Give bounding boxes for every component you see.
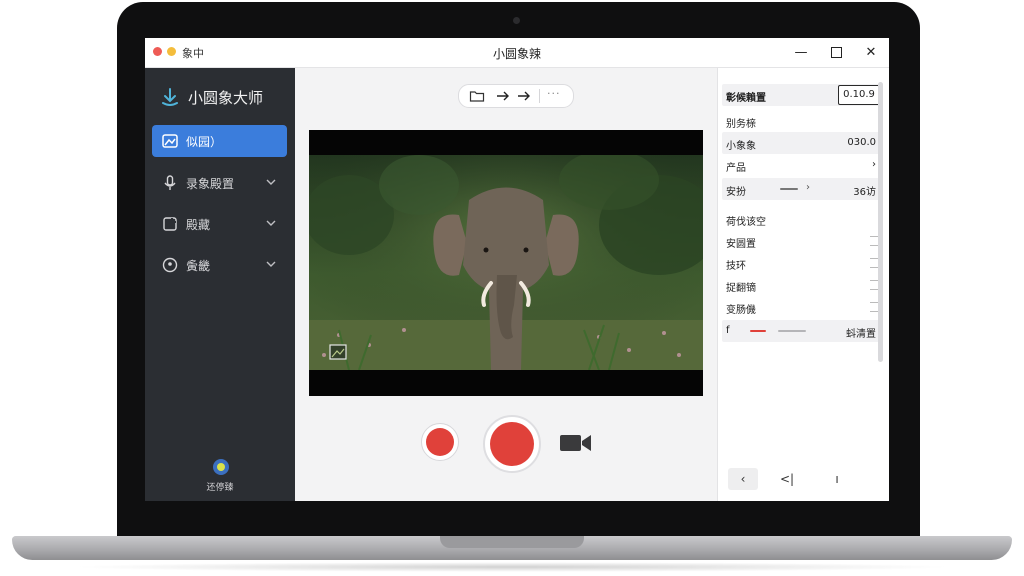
video-preview bbox=[309, 130, 703, 396]
color-slider-row[interactable]: f 蚪清置 bbox=[722, 320, 882, 342]
sidebar-item-label: 夤畿 bbox=[186, 259, 211, 273]
window-close-dot[interactable] bbox=[153, 47, 162, 56]
title-bar: 象中 小圆象辣 — ✕ bbox=[145, 38, 889, 68]
arrow-right-icon[interactable] bbox=[495, 88, 511, 104]
setting-label: 安扮 bbox=[726, 187, 746, 198]
app-window: 象中 小圆象辣 — ✕ 小圆象大师 似园） 录象殿置 殿藏 夤畿 还停臻 ···… bbox=[145, 38, 889, 501]
setting-label: 小象象 bbox=[726, 141, 756, 152]
slider-fill[interactable] bbox=[750, 330, 766, 332]
brand-name: 小圆象大师 bbox=[188, 89, 264, 107]
app-short-name: 象中 bbox=[182, 47, 204, 60]
chevron-down-icon bbox=[266, 179, 276, 185]
next-button[interactable]: ı bbox=[822, 468, 852, 490]
settings-shortcut[interactable]: 还停臻 bbox=[145, 458, 295, 498]
record-dot bbox=[490, 422, 534, 466]
section-heading-label: 别务榇 bbox=[726, 119, 756, 130]
crop-icon bbox=[163, 217, 177, 231]
close-button[interactable]: ✕ bbox=[858, 42, 884, 64]
slider-track[interactable] bbox=[780, 188, 798, 190]
elephant-photo bbox=[309, 155, 703, 370]
drag-handle-icon bbox=[870, 280, 878, 290]
section-heading-label: 荷伐该空 bbox=[726, 217, 766, 228]
sidebar: 小圆象大师 似园） 录象殿置 殿藏 夤畿 还停臻 bbox=[145, 68, 295, 501]
microphone-icon bbox=[164, 175, 176, 190]
palette-icon bbox=[162, 257, 178, 273]
section-heading: 别务榇 bbox=[722, 110, 882, 132]
image-icon bbox=[162, 134, 178, 148]
sidebar-item-image[interactable]: 似园） bbox=[152, 125, 287, 157]
laptop-shadow bbox=[70, 562, 954, 572]
list-item[interactable]: 变肠僟 bbox=[722, 296, 882, 318]
list-item[interactable]: 技环 bbox=[722, 252, 882, 274]
chevron-down-icon bbox=[266, 261, 276, 267]
webcam-dot bbox=[513, 17, 520, 24]
sidebar-item-label: 殿藏 bbox=[186, 218, 211, 232]
sidebar-item-collection[interactable]: 殿藏 bbox=[152, 208, 287, 240]
record-small-button[interactable] bbox=[421, 423, 459, 461]
drag-handle-icon bbox=[870, 258, 878, 268]
section-heading: 荷伐该空 bbox=[722, 208, 882, 230]
version-field[interactable]: 0.10.9 bbox=[838, 85, 880, 105]
slider-row[interactable]: 安扮 › 36访 bbox=[722, 178, 882, 200]
record-button[interactable] bbox=[483, 415, 541, 473]
back-button[interactable]: ‹ bbox=[728, 468, 758, 490]
setting-value: 030.0 bbox=[847, 137, 876, 148]
sidebar-item-label: 录象殿置 bbox=[186, 177, 235, 191]
setting-row[interactable]: 产品 › bbox=[722, 154, 882, 176]
list-item-label: 技环 bbox=[726, 261, 746, 272]
sidebar-item-label: 似园） bbox=[186, 135, 223, 149]
window-minimize-dot[interactable] bbox=[167, 47, 176, 56]
video-camera-icon[interactable] bbox=[559, 432, 593, 454]
settings-badge-icon bbox=[213, 459, 229, 475]
toolbar: ··· bbox=[458, 84, 574, 108]
brand-logo: 小圆象大师 bbox=[159, 84, 289, 110]
chevron-down-icon bbox=[266, 220, 276, 226]
panel-header-label: 彰候賴置 bbox=[726, 93, 766, 104]
window-title: 小圆象辣 bbox=[492, 47, 541, 61]
arrow-right-icon[interactable] bbox=[516, 88, 532, 104]
setting-row[interactable]: 小象象 030.0 bbox=[722, 132, 882, 154]
drag-handle-icon bbox=[870, 236, 878, 246]
sidebar-item-resources[interactable]: 夤畿 bbox=[152, 249, 287, 281]
record-dot bbox=[426, 428, 454, 456]
minimize-button[interactable]: — bbox=[788, 42, 814, 64]
settings-label: 还停臻 bbox=[206, 483, 234, 493]
toolbar-divider bbox=[539, 89, 540, 103]
folder-icon[interactable] bbox=[469, 88, 485, 104]
setting-value: 蚪清置 bbox=[846, 329, 876, 340]
slider-track[interactable] bbox=[778, 330, 806, 332]
download-logo-icon bbox=[162, 88, 178, 106]
laptop-notch bbox=[440, 536, 584, 548]
drag-handle-icon bbox=[870, 302, 878, 312]
list-item-label: 安圆置 bbox=[726, 239, 756, 250]
list-item[interactable]: 捉翻镝 bbox=[722, 274, 882, 296]
maximize-icon bbox=[830, 47, 842, 58]
list-item-label: 变肠僟 bbox=[726, 305, 756, 316]
list-item-label: 捉翻镝 bbox=[726, 283, 756, 294]
maximize-button[interactable] bbox=[823, 42, 849, 64]
more-menu[interactable]: ··· bbox=[547, 87, 561, 100]
thumbnail-icon[interactable] bbox=[329, 344, 347, 360]
chevron-right-icon: › bbox=[872, 159, 876, 170]
setting-label: f bbox=[726, 325, 730, 336]
arrow-right-icon: › bbox=[806, 182, 810, 193]
panel-header-row: 彰候賴置 0.10.9 bbox=[722, 84, 882, 106]
panel-scrollbar[interactable] bbox=[878, 82, 883, 362]
main-area: ··· bbox=[295, 68, 715, 501]
setting-label: 产品 bbox=[726, 163, 746, 174]
sidebar-item-recording-settings[interactable]: 录象殿置 bbox=[152, 167, 287, 199]
setting-value: 36访 bbox=[853, 187, 876, 198]
previous-button[interactable]: <| bbox=[772, 468, 802, 490]
settings-panel: 彰候賴置 0.10.9 别务榇 小象象 030.0 产品 › 安扮 › 36访 … bbox=[717, 68, 889, 501]
list-item[interactable]: 安圆置 bbox=[722, 230, 882, 252]
